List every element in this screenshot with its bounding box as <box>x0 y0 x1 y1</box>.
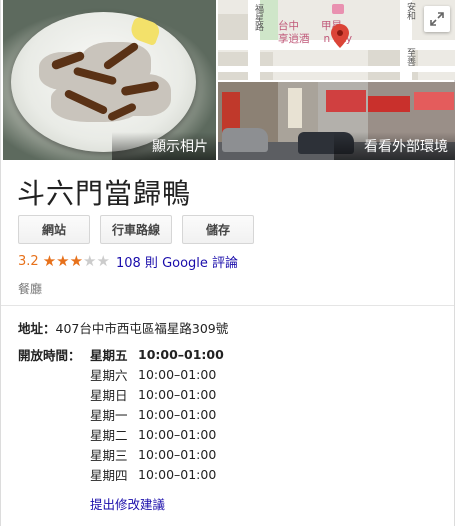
hours-day: 星期六 <box>90 367 128 383</box>
hours-row: 星期六 10:00–01:00 <box>90 364 224 384</box>
place-title: 斗六門當歸鴨 <box>17 177 192 210</box>
star-filled-icon: ★ <box>56 251 70 270</box>
knowledge-panel: 顯示相片 福星路 安和 至善 台中甲星 享逍酒n Sky <box>0 0 455 526</box>
reviews-unit: 則 <box>144 256 158 271</box>
hours-row: 星期三 10:00–01:00 <box>90 444 224 464</box>
hours-day: 星期三 <box>90 447 128 463</box>
action-buttons: 網站 行車路線 儲存 <box>18 215 254 244</box>
hours-list: 星期五 10:00–01:00 星期六 10:00–01:00 星期日 10:00–01:… <box>90 344 224 484</box>
star-filled-icon: ★ <box>69 251 84 270</box>
website-button[interactable]: 網站 <box>18 215 90 244</box>
street-label: 安和 <box>405 2 415 20</box>
star-empty-icon: ★ <box>96 251 110 270</box>
map-label-text: 台中 <box>278 20 299 32</box>
star-rating: ★★★★★ <box>42 251 110 270</box>
hours-row: 星期五 10:00–01:00 <box>90 344 224 364</box>
hotel-icon <box>332 4 344 14</box>
star-filled-icon: ★ <box>42 251 57 270</box>
hours-time: 10:00–01:00 <box>138 466 217 482</box>
address-label: 地址： <box>18 321 56 336</box>
street-label: 至善 <box>405 48 415 66</box>
shop-sign <box>368 96 410 112</box>
hours-day: 星期四 <box>90 467 128 483</box>
reviews-count: 108 <box>115 256 141 271</box>
hours-day: 星期一 <box>90 407 128 423</box>
hours-row: 星期四 10:00–01:00 <box>90 464 224 484</box>
hours-label: 開放時間： <box>18 348 81 363</box>
directions-button[interactable]: 行車路線 <box>100 215 172 244</box>
hours-day: 星期二 <box>90 427 128 443</box>
hours-row: 星期日 10:00–01:00 <box>90 384 224 404</box>
hours-time: 10:00–01:00 <box>138 406 217 422</box>
hours-time: 10:00–01:00 <box>138 346 224 362</box>
expand-map-button[interactable] <box>424 6 450 32</box>
street-view-thumbnail[interactable]: 看看外部環境 <box>218 82 455 160</box>
hours-day: 星期五 <box>90 347 128 363</box>
address-value[interactable]: 407台中市西屯區福星路309號 <box>56 321 229 336</box>
shop-sign <box>326 90 366 112</box>
street-label: 福星路 <box>253 4 263 31</box>
show-photos-label[interactable]: 顯示相片 <box>112 132 216 160</box>
see-outside-label[interactable]: 看看外部環境 <box>334 132 455 160</box>
plate-image <box>11 12 196 152</box>
reviews-link[interactable]: 108 則 Google 評論 <box>116 252 238 271</box>
expand-icon <box>430 12 444 26</box>
hours-row: 星期二 10:00–01:00 <box>90 424 224 444</box>
star-empty-icon: ★ <box>83 251 97 270</box>
suggest-edit-link[interactable]: 提出修改建議 <box>90 494 165 513</box>
hours-row: 星期一 10:00–01:00 <box>90 404 224 424</box>
address-row: 地址：407台中市西屯區福星路309號 <box>18 318 228 337</box>
reviews-text: Google 評論 <box>162 256 239 271</box>
place-category: 餐廳 <box>18 282 43 296</box>
shop-sign <box>414 92 454 110</box>
hours-time: 10:00–01:00 <box>138 446 217 462</box>
hours-time: 10:00–01:00 <box>138 426 217 442</box>
map-label-text: 享逍酒 <box>278 33 310 45</box>
rating-value: 3.2 <box>18 254 39 269</box>
save-button[interactable]: 儲存 <box>182 215 254 244</box>
rating-row: 3.2 ★★★★★ 108 則 Google 評論 <box>18 252 238 271</box>
hours-time: 10:00–01:00 <box>138 386 217 402</box>
car <box>222 128 268 152</box>
hours-day: 星期日 <box>90 387 128 403</box>
hours-time: 10:00–01:00 <box>138 366 217 382</box>
divider <box>1 305 454 306</box>
map-thumbnail[interactable]: 福星路 安和 至善 台中甲星 享逍酒n Sky <box>218 0 455 80</box>
shop-sign <box>288 88 302 128</box>
food-photo[interactable]: 顯示相片 <box>3 0 216 160</box>
map-pin-icon <box>331 24 349 48</box>
map-road <box>218 66 455 72</box>
